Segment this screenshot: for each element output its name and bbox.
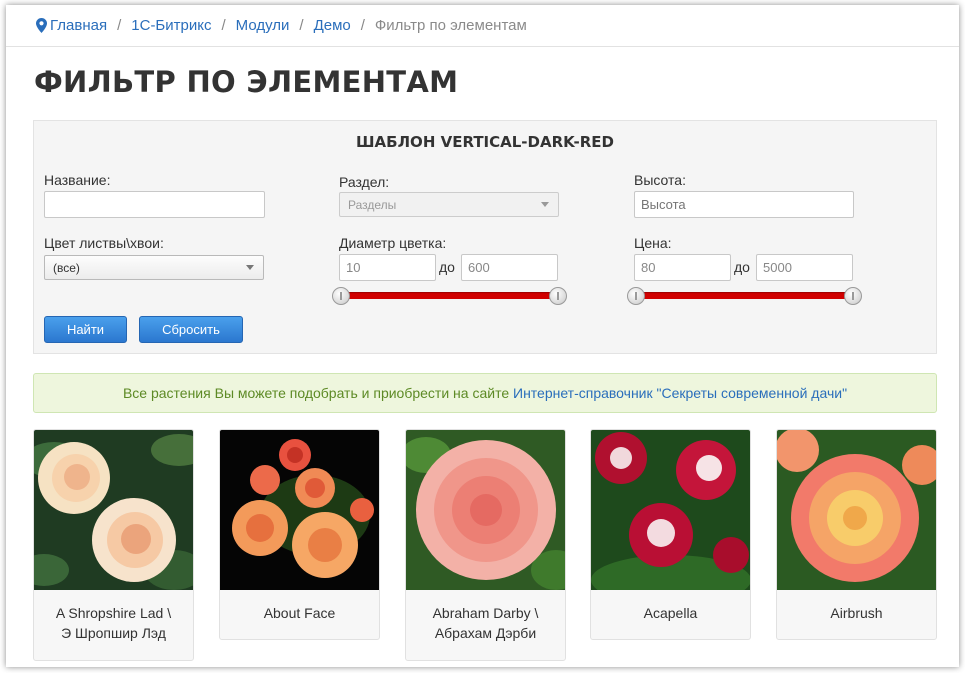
breadcrumb-current: Фильтр по элементам — [374, 17, 527, 34]
height-input[interactable] — [634, 191, 854, 218]
map-pin-icon — [36, 18, 47, 33]
price-slider-track[interactable] — [638, 292, 854, 299]
price-to-label: до — [734, 259, 750, 275]
diameter-slider-track[interactable] — [343, 292, 559, 299]
product-name-line: Abraham Darby \ — [432, 605, 539, 621]
price-from-input[interactable] — [634, 254, 731, 281]
product-image[interactable] — [406, 430, 565, 590]
filter-template-title: ШАБЛОН VERTICAL-DARK-RED — [356, 133, 614, 151]
product-name-line: Э Шропшир Лэд — [61, 625, 166, 641]
product-name[interactable]: A Shropshire Lad \ Э Шропшир Лэд — [34, 590, 193, 660]
diameter-label: Диаметр цветка: — [339, 235, 447, 251]
price-label: Цена: — [634, 235, 672, 251]
diameter-slider-min-handle[interactable] — [332, 287, 350, 305]
foliage-color-select[interactable]: (все) — [44, 255, 264, 280]
breadcrumb-separator: / — [221, 17, 226, 34]
notice-text: Все растения Вы можете подобрать и приоб… — [122, 385, 513, 401]
price-to-input[interactable] — [756, 254, 853, 281]
section-label: Раздел: — [339, 174, 390, 190]
product-card[interactable]: Acapella — [590, 429, 751, 640]
product-card[interactable]: Abraham Darby \ Абрахам Дэрби — [405, 429, 566, 661]
name-input[interactable] — [44, 191, 265, 218]
page-title: ФИЛЬТР ПО ЭЛЕМЕНТАМ — [34, 65, 459, 99]
product-image[interactable] — [34, 430, 193, 590]
breadcrumb-link-demo[interactable]: Демо — [314, 17, 351, 34]
breadcrumb: Главная / 1С-Битрикс / Модули / Демо / Ф… — [6, 5, 959, 47]
breadcrumb-separator: / — [117, 17, 122, 34]
product-name-line: Абрахам Дэрби — [434, 625, 537, 641]
info-notice: Все растения Вы можете подобрать и приоб… — [33, 373, 937, 413]
product-card[interactable]: A Shropshire Lad \ Э Шропшир Лэд — [33, 429, 194, 661]
product-name[interactable]: Acapella — [591, 590, 750, 639]
section-select[interactable]: Разделы — [339, 192, 559, 217]
price-slider-max-handle[interactable] — [844, 287, 862, 305]
name-label: Название: — [44, 172, 111, 188]
breadcrumb-link-bitrix[interactable]: 1С-Битрикс — [131, 17, 211, 34]
diameter-from-input[interactable] — [339, 254, 436, 281]
breadcrumb-separator: / — [360, 17, 365, 34]
product-name[interactable]: Airbrush — [777, 590, 936, 639]
product-image[interactable] — [777, 430, 936, 590]
chevron-down-icon — [541, 202, 549, 207]
product-name[interactable]: About Face — [220, 590, 379, 639]
find-button[interactable]: Найти — [44, 316, 127, 343]
reset-button[interactable]: Сбросить — [139, 316, 243, 343]
breadcrumb-link-modules[interactable]: Модули — [236, 17, 290, 34]
product-name-line: Acapella — [643, 605, 698, 621]
product-image[interactable] — [591, 430, 750, 590]
page-frame: Главная / 1С-Битрикс / Модули / Демо / Ф… — [6, 5, 959, 667]
product-name-line: About Face — [263, 605, 336, 621]
product-image[interactable] — [220, 430, 379, 590]
product-name[interactable]: Abraham Darby \ Абрахам Дэрби — [406, 590, 565, 660]
diameter-to-input[interactable] — [461, 254, 558, 281]
notice-link[interactable]: Интернет-справочник "Секреты современной… — [513, 385, 847, 401]
chevron-down-icon — [246, 265, 254, 270]
section-value: Разделы — [348, 198, 397, 212]
breadcrumb-separator: / — [299, 17, 304, 34]
foliage-color-value: (все) — [53, 261, 80, 275]
foliage-color-label: Цвет листвы\хвои: — [44, 235, 164, 251]
diameter-to-label: до — [439, 259, 455, 275]
price-slider-min-handle[interactable] — [627, 287, 645, 305]
product-name-line: Airbrush — [830, 605, 883, 621]
filter-panel: ШАБЛОН VERTICAL-DARK-RED Название: Цвет … — [33, 120, 937, 354]
product-card[interactable]: About Face — [219, 429, 380, 640]
product-card[interactable]: Airbrush — [776, 429, 937, 640]
breadcrumb-link-home[interactable]: Главная — [50, 17, 107, 34]
product-name-line: A Shropshire Lad \ — [55, 605, 172, 621]
height-label: Высота: — [634, 172, 686, 188]
diameter-slider-max-handle[interactable] — [549, 287, 567, 305]
